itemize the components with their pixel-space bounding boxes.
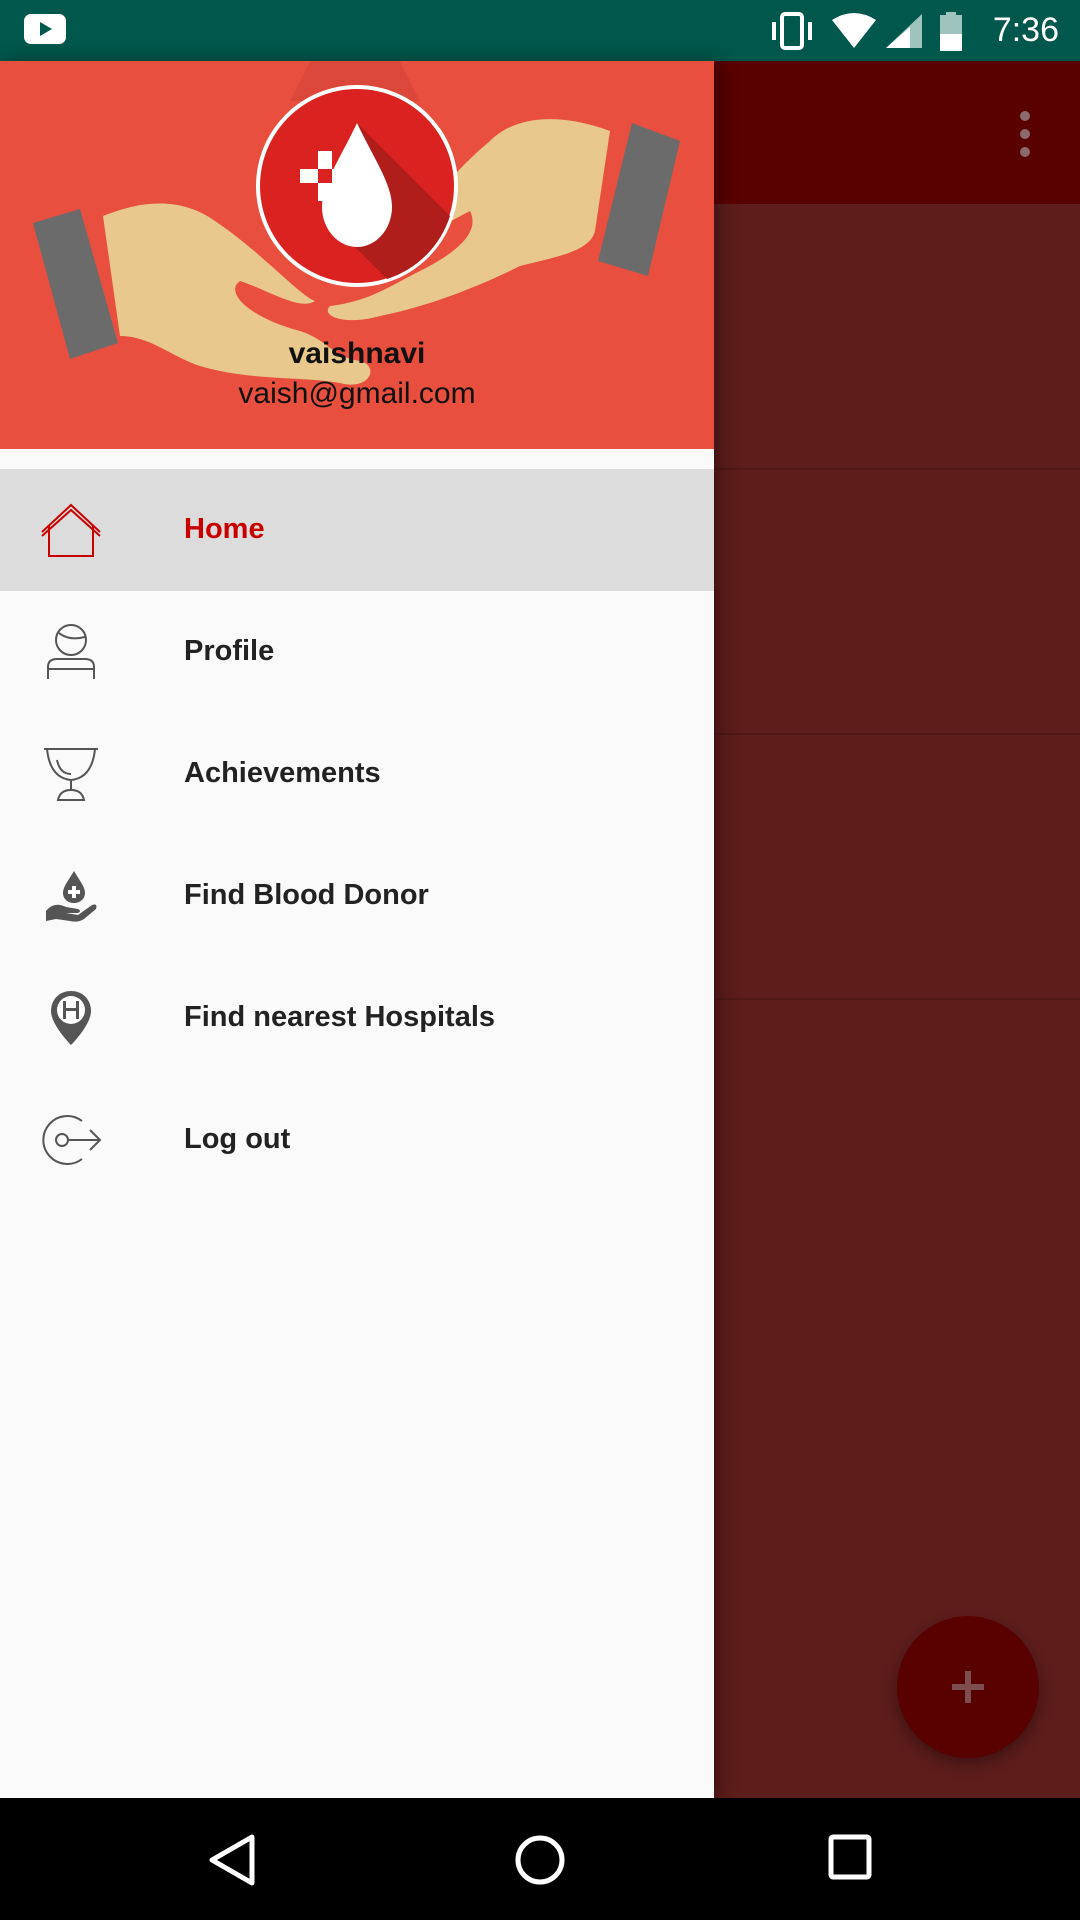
menu-item-profile[interactable]: Profile [0,591,714,713]
list-divider [714,468,1080,470]
list-divider [714,733,1080,735]
menu-item-label: Log out [184,1123,291,1155]
home-circle-icon[interactable] [514,1834,566,1891]
blood-drop-logo-icon [260,89,454,283]
drawer-header: vaishnavi vaish@gmail.com [0,61,714,449]
status-bar: 7:36 [0,0,1080,61]
cell-signal-icon [886,14,922,48]
menu-item-label: Achievements [184,757,381,789]
list-divider [714,998,1080,1000]
plus-icon [952,1671,984,1703]
menu-item-label: Find Blood Donor [184,879,429,911]
profile-icon [36,621,106,683]
clock: 7:36 [992,11,1059,49]
user-name: vaishnavi [288,337,426,370]
drawer-menu: Home Profile Achievements Find Blood Don… [0,469,714,1201]
home-icon [36,499,106,561]
navigation-drawer: vaishnavi vaish@gmail.com Home Profile A… [0,61,714,1798]
recents-icon[interactable] [828,1834,872,1885]
avatar[interactable] [256,85,458,287]
more-vert-icon[interactable] [1005,109,1045,159]
user-email: vaish@gmail.com [238,377,476,410]
system-icons [770,10,970,57]
logout-icon [36,1109,106,1171]
back-icon[interactable] [208,1834,256,1891]
menu-item-achievements[interactable]: Achievements [0,713,714,835]
menu-item-label: Find nearest Hospitals [184,1001,496,1033]
menu-item-find-blood-donor[interactable]: Find Blood Donor [0,835,714,957]
add-fab-button[interactable] [897,1616,1039,1758]
blood-donor-icon [36,865,106,927]
vibrate-icon [772,12,812,50]
youtube-notification-icon [24,14,66,49]
wifi-icon [832,13,876,48]
battery-icon [940,12,962,51]
menu-item-label: Profile [184,635,275,667]
system-nav-bar [0,1798,1080,1920]
menu-item-logout[interactable]: Log out [0,1079,714,1201]
trophy-icon [36,743,106,805]
menu-item-find-hospitals[interactable]: Find nearest Hospitals [0,957,714,1079]
hospital-pin-icon [36,987,106,1049]
menu-item-label: Home [184,513,265,545]
menu-item-home[interactable]: Home [0,469,714,591]
